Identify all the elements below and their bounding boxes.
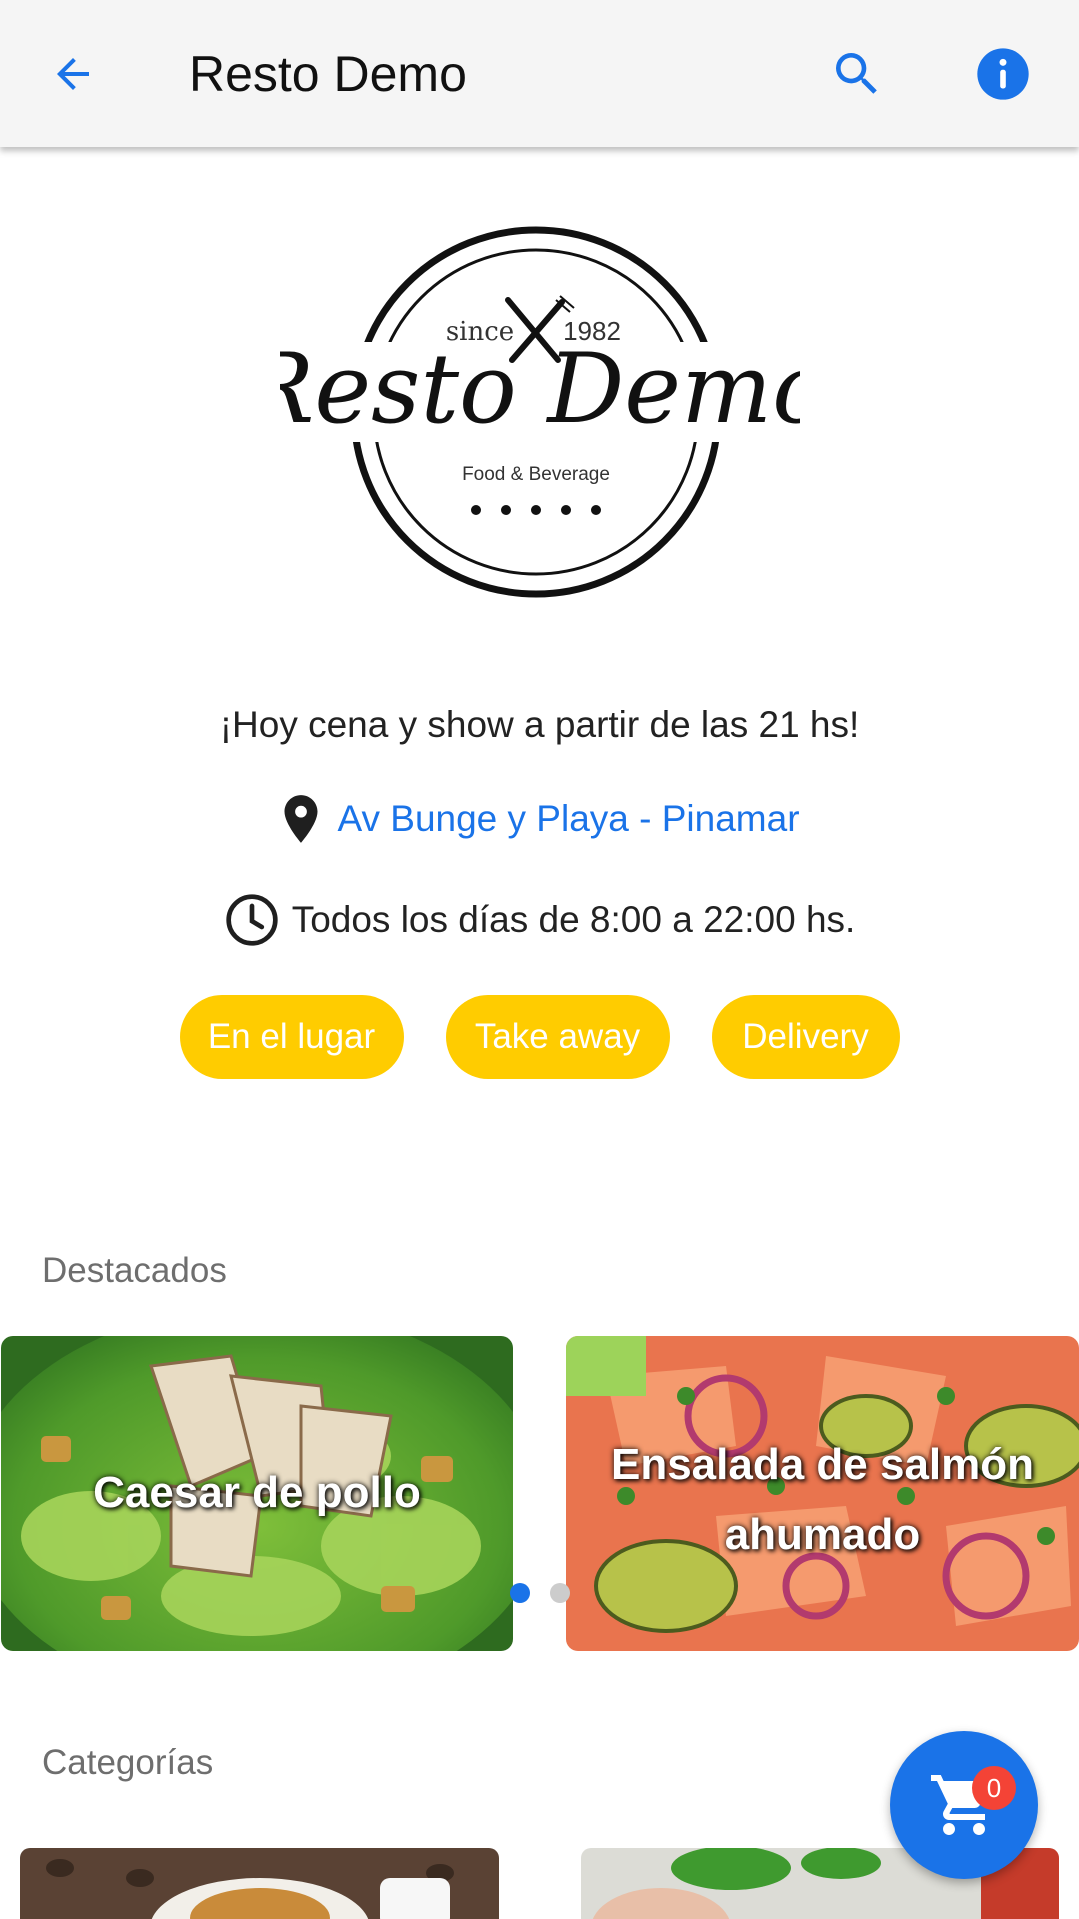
- featured-card-salmon[interactable]: Ensalada de salmón ahumado: [566, 1336, 1079, 1651]
- hours-text: Todos los días de 8:00 a 22:00 hs.: [291, 899, 856, 940]
- address-link[interactable]: Av Bunge y Playa - Pinamar: [0, 792, 1079, 846]
- featured-card-label: Caesar de pollo: [93, 1468, 421, 1517]
- chip-take-away[interactable]: Take away: [445, 995, 670, 1079]
- address-text[interactable]: Av Bunge y Playa - Pinamar: [337, 794, 799, 844]
- svg-text:Food & Beverage: Food & Beverage: [462, 464, 610, 485]
- featured-card-caesar[interactable]: Caesar de pollo: [1, 1336, 513, 1651]
- carousel-dot-2[interactable]: [550, 1583, 570, 1603]
- cart-count-badge: 0: [972, 1766, 1016, 1810]
- search-icon: [836, 53, 877, 94]
- category-card-1[interactable]: [20, 1848, 499, 1919]
- arrow-left-icon: [57, 58, 89, 90]
- carousel-pagination: [510, 1583, 570, 1603]
- back-button[interactable]: [40, 44, 106, 104]
- opening-hours: Todos los días de 8:00 a 22:00 hs.: [0, 892, 1079, 948]
- restaurant-logo: since 1982 Resto Demo Food & Beverage: [280, 226, 800, 598]
- featured-card-label: Ensalada de salmón ahumado: [610, 1440, 1035, 1559]
- chip-delivery[interactable]: Delivery: [711, 995, 900, 1079]
- chip-en-el-lugar[interactable]: En el lugar: [179, 995, 404, 1079]
- coffee-category-image: [20, 1848, 499, 1919]
- search-button[interactable]: [822, 42, 892, 106]
- info-icon: [977, 48, 1029, 100]
- clock-icon: [226, 894, 278, 946]
- svg-text:Resto Demo: Resto Demo: [280, 333, 800, 445]
- carousel-dot-1[interactable]: [510, 1583, 530, 1603]
- info-button[interactable]: [968, 42, 1038, 106]
- section-title-categories: Categorías: [42, 1743, 214, 1782]
- tagline: ¡Hoy cena y show a partir de las 21 hs!: [219, 704, 860, 745]
- cart-button[interactable]: [890, 1731, 1038, 1879]
- map-pin-icon: [284, 795, 318, 843]
- app-bar: Resto Demo: [0, 0, 1079, 147]
- page-title: Resto Demo: [189, 46, 467, 102]
- section-title-featured: Destacados: [42, 1251, 227, 1290]
- service-options: En el lugar Take away Delivery: [0, 995, 1079, 1079]
